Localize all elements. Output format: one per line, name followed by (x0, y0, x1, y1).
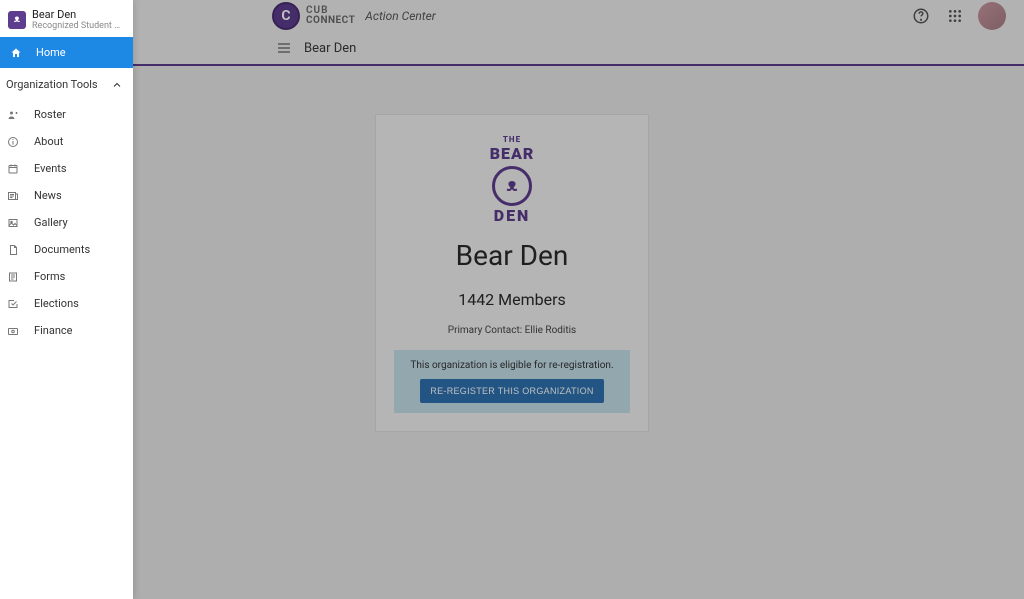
brand-line2: CONNECT (306, 16, 355, 26)
org-logo-bear: BEAR (490, 146, 535, 162)
sidebar-item-label: Gallery (34, 216, 68, 229)
sidebar: ᴥ Bear Den Recognized Student Orga... Ho… (0, 0, 133, 599)
sidebar-item-label: Elections (34, 297, 79, 310)
sidebar-item-label: Events (34, 162, 67, 175)
brand-text: CUB CONNECT (306, 6, 355, 26)
forms-icon (6, 271, 20, 283)
sidebar-item-news[interactable]: News (0, 182, 133, 209)
sidebar-item-label: Forms (34, 270, 65, 283)
sidebar-header-text: Bear Den Recognized Student Orga... (32, 8, 125, 31)
about-icon (6, 136, 20, 148)
sidebar-org-subtitle: Recognized Student Orga... (32, 21, 125, 31)
sidebar-home[interactable]: Home (0, 37, 133, 68)
apps-icon[interactable] (944, 5, 966, 27)
bear-face-icon: ᴥ (492, 166, 532, 206)
sidebar-header[interactable]: ᴥ Bear Den Recognized Student Orga... (0, 0, 133, 37)
sub-header: Bear Den (0, 32, 1024, 66)
finance-icon (6, 325, 20, 337)
sidebar-item-finance[interactable]: Finance (0, 317, 133, 344)
sidebar-section-toggle[interactable]: Organization Tools (0, 68, 133, 101)
user-avatar[interactable] (978, 2, 1006, 30)
sidebar-section-label: Organization Tools (6, 78, 98, 91)
gallery-icon (6, 217, 20, 229)
sidebar-home-label: Home (36, 46, 66, 59)
news-icon (6, 190, 20, 202)
re-register-button[interactable]: RE-REGISTER THIS ORGANIZATION (420, 379, 603, 403)
sidebar-item-documents[interactable]: Documents (0, 236, 133, 263)
org-card: THE BEAR ᴥ DEN Bear Den 1442 Members Pri… (375, 114, 649, 432)
sidebar-item-elections[interactable]: Elections (0, 290, 133, 317)
sidebar-item-roster[interactable]: Roster (0, 101, 133, 128)
sidebar-item-label: News (34, 189, 62, 202)
sidebar-org-logo-icon: ᴥ (8, 11, 26, 29)
re-register-notice: This organization is eligible for re-reg… (394, 350, 630, 413)
org-logo: THE BEAR ᴥ DEN (467, 135, 557, 225)
sidebar-item-label: Finance (34, 324, 72, 337)
home-icon (10, 47, 22, 59)
sidebar-item-about[interactable]: About (0, 128, 133, 155)
org-logo-den: DEN (494, 208, 531, 224)
documents-icon (6, 244, 20, 256)
top-header: C CUB CONNECT Action Center (0, 0, 1024, 32)
org-title: Bear Den (394, 239, 630, 272)
elections-icon (6, 298, 20, 310)
sidebar-item-label: About (34, 135, 63, 148)
brand-logo: C (272, 2, 300, 30)
org-members: 1442 Members (394, 290, 630, 309)
sidebar-item-label: Roster (34, 108, 66, 121)
breadcrumb-org: Bear Den (304, 41, 356, 56)
org-contact: Primary Contact: Ellie Roditis (394, 325, 630, 336)
sidebar-item-gallery[interactable]: Gallery (0, 209, 133, 236)
org-logo-top: THE (503, 136, 521, 144)
menu-icon[interactable] (276, 40, 292, 56)
brand-subtitle: Action Center (365, 9, 435, 23)
sidebar-item-events[interactable]: Events (0, 155, 133, 182)
notice-text: This organization is eligible for re-reg… (404, 360, 620, 371)
header-right (910, 2, 1006, 30)
main-area: THE BEAR ᴥ DEN Bear Den 1442 Members Pri… (0, 66, 1024, 599)
events-icon (6, 163, 20, 175)
sidebar-item-forms[interactable]: Forms (0, 263, 133, 290)
roster-icon (6, 109, 20, 121)
brand-area: C CUB CONNECT Action Center (272, 2, 436, 30)
help-icon[interactable] (910, 5, 932, 27)
sidebar-org-title: Bear Den (32, 8, 125, 21)
chevron-up-icon (111, 79, 123, 91)
sidebar-item-label: Documents (34, 243, 90, 256)
